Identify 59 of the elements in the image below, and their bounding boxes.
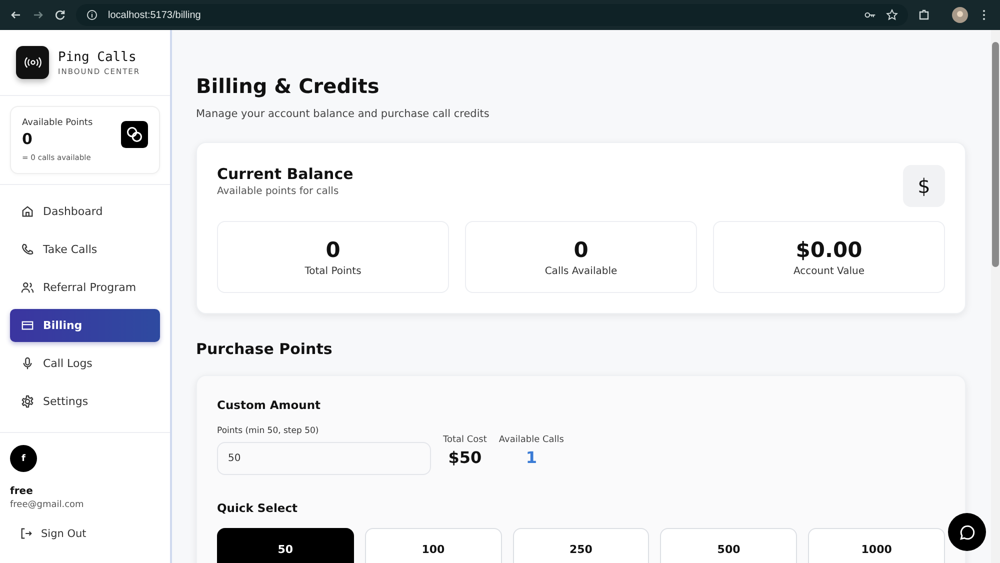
points-input[interactable]: 50 [217,442,431,475]
points-value: 0 [22,130,34,148]
star-icon[interactable] [886,9,898,21]
section-heading: Purchase Points [196,340,334,358]
stat-label: Account Value [793,266,864,276]
page-subtitle: Manage your account balance and purchase call credits [196,108,490,120]
stat-label: Calls Available [544,266,618,276]
back-icon[interactable] [10,9,22,21]
puzzle-icon[interactable] [918,9,930,21]
home-icon [21,205,34,218]
settings-icon [21,395,34,408]
quick-select-option[interactable]: 1000 [808,528,945,563]
points-label: Available Points [22,118,93,128]
total-cost-label: Total Cost [443,435,487,445]
microphone-icon [21,357,34,370]
quick-select-title: Quick Select [217,501,299,515]
user-name: free [10,486,34,497]
scrollbar[interactable] [991,30,1000,563]
brand-name: Ping Calls [58,50,138,64]
user-avatar: f [10,445,37,472]
stat-value: 0 [326,238,340,262]
forward-icon[interactable] [32,9,44,21]
nav-item[interactable]: Settings [10,385,160,418]
nav-item[interactable]: Call Logs [10,347,160,380]
card-icon [21,319,34,332]
quick-select-option[interactable]: 250 [512,528,650,563]
info-icon [86,9,98,21]
address-bar[interactable]: localhost:5173/billing [76,4,908,26]
available-calls-label: Available Calls [498,435,564,445]
phone-icon [21,243,34,256]
nav-item[interactable]: Dashboard [10,195,160,228]
profile-avatar-icon[interactable] [952,7,968,23]
user-email: free@gmail.com [10,500,85,510]
chat-button[interactable] [948,513,986,551]
dollar-icon: $ [903,165,945,207]
page-title: Billing & Credits [196,74,380,98]
balance-title: Current Balance [217,165,354,183]
url-text: localhost:5173/billing [108,10,201,20]
stat-value: $0.00 [796,238,862,262]
available-calls-value: 1 [524,448,538,467]
custom-amount-title: Custom Amount [217,398,322,412]
stat-label: Total Points [304,266,362,276]
users-icon [21,281,34,294]
quick-select-option[interactable]: 100 [364,528,502,563]
field-label: Points (min 50, step 50) [217,426,320,436]
quick-select-option[interactable]: 50 [217,528,354,563]
nav-item[interactable]: Referral Program [10,271,160,304]
reload-icon[interactable] [54,9,66,21]
quick-select-option[interactable]: 500 [660,528,798,563]
sign-out-button[interactable]: Sign Out [10,523,96,544]
stat-value: 0 [574,238,588,262]
balance-subtitle: Available points for calls [217,186,340,197]
coins-icon [121,121,148,148]
total-cost-value: $50 [447,448,483,467]
sign-out-icon [20,527,33,540]
nav-item[interactable]: Billing [10,309,160,342]
logo-icon [16,46,49,79]
nav-item[interactable]: Take Calls [10,233,160,266]
chat-icon [958,524,976,540]
